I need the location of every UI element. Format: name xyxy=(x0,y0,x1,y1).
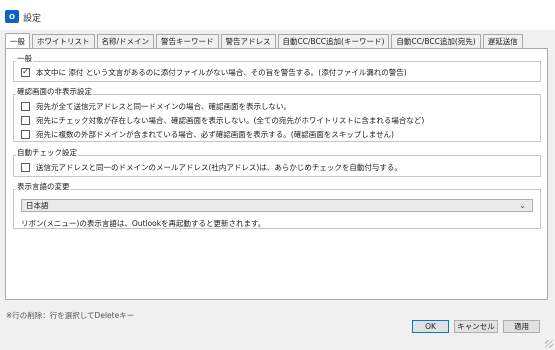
tab-auto-cc-keyword[interactable]: 自動CC/BCC追加(キーワード) xyxy=(277,34,390,48)
cancel-button[interactable]: キャンセル xyxy=(454,320,498,333)
language-select[interactable]: 日本語 ⌄ xyxy=(21,199,533,212)
same-domain-option: 宛先が全て送信元アドレスと同一ドメインの場合、確認画面を表示しない。 xyxy=(21,101,291,111)
tab-whitelist[interactable]: ホワイトリスト xyxy=(32,34,95,48)
chevron-down-icon: ⌄ xyxy=(519,201,526,210)
internal-address-option: 送信元アドレスと同一のドメインのメールアドレス(社内アドレス)は、あらかじめチェ… xyxy=(21,162,402,172)
general-group: 一般 ✓ 本文中に 添付 という文言があるのに添付ファイルがない場合、その旨を警… xyxy=(13,53,541,82)
general-tab-panel: 一般 ✓ 本文中に 添付 という文言があるのに添付ファイルがない場合、その旨を警… xyxy=(5,48,548,300)
internal-address-checkbox[interactable] xyxy=(21,162,30,172)
window-title: 設定 xyxy=(23,14,42,24)
group-title: 一般 xyxy=(16,53,33,64)
tab-warning-keywords[interactable]: 警告キーワード xyxy=(156,34,219,48)
tab-auto-cc-recipient[interactable]: 自動CC/BCC追加(宛先) xyxy=(391,34,481,48)
multiple-external-checkbox[interactable] xyxy=(21,129,30,139)
apply-button[interactable]: 適用 xyxy=(503,320,540,333)
option-label: 宛先に複数の外部ドメインが含まれている場合、必ず確認画面を表示する。(確認画面を… xyxy=(36,129,394,139)
hide-confirm-group: 確認画面の非表示設定 宛先が全て送信元アドレスと同一ドメインの場合、確認画面を表… xyxy=(13,86,541,142)
tab-delayed-send[interactable]: 遅延送信 xyxy=(482,34,523,48)
tab-name-domain[interactable]: 名称/ドメイン xyxy=(96,34,155,48)
group-title: 自動チェック設定 xyxy=(16,147,78,158)
tab-general[interactable]: 一般 xyxy=(5,33,30,48)
group-title: 表示言語の変更 xyxy=(16,181,71,192)
option-label: 宛先が全て送信元アドレスと同一ドメインの場合、確認画面を表示しない。 xyxy=(36,101,291,111)
resize-grip[interactable] xyxy=(545,340,553,348)
option-label: 本文中に 添付 という文言があるのに添付ファイルがない場合、その旨を警告する。(… xyxy=(36,67,407,77)
auto-check-group: 自動チェック設定 送信元アドレスと同一のドメインのメールアドレス(社内アドレス)… xyxy=(13,147,541,177)
group-title: 確認画面の非表示設定 xyxy=(16,86,93,97)
option-label: 宛先にチェック対象が存在しない場合、確認画面を表示しない。(全ての宛先がホワイト… xyxy=(36,115,425,125)
outlook-app-icon: O xyxy=(5,10,19,23)
multiple-external-option: 宛先に複数の外部ドメインが含まれている場合、必ず確認画面を表示する。(確認画面を… xyxy=(21,129,394,139)
language-select-value: 日本語 xyxy=(26,201,49,210)
attachment-warning-checkbox[interactable]: ✓ xyxy=(21,67,30,77)
no-check-target-option: 宛先にチェック対象が存在しない場合、確認画面を表示しない。(全ての宛先がホワイト… xyxy=(21,115,424,125)
option-label: 送信元アドレスと同一のドメインのメールアドレス(社内アドレス)は、あらかじめチェ… xyxy=(36,162,402,172)
tab-bar: 一般 ホワイトリスト 名称/ドメイン 警告キーワード 警告アドレス 自動CC/B… xyxy=(5,33,525,48)
title-bar: O 設定 xyxy=(0,0,555,30)
delete-row-footnote: ※行の削除：行を選択してDeleteキー xyxy=(6,311,135,320)
language-group: 表示言語の変更 日本語 ⌄ リボン(メニュー)の表示言語は、Outlookを再起… xyxy=(13,181,541,229)
attachment-warning-option: ✓ 本文中に 添付 という文言があるのに添付ファイルがない場合、その旨を警告する… xyxy=(21,67,407,77)
no-check-target-checkbox[interactable] xyxy=(21,115,30,125)
ok-button[interactable]: OK xyxy=(412,320,449,333)
tab-warning-addresses[interactable]: 警告アドレス xyxy=(220,34,276,48)
same-domain-checkbox[interactable] xyxy=(21,101,30,111)
language-hint: リボン(メニュー)の表示言語は、Outlookを再起動すると更新されます。 xyxy=(21,219,266,228)
